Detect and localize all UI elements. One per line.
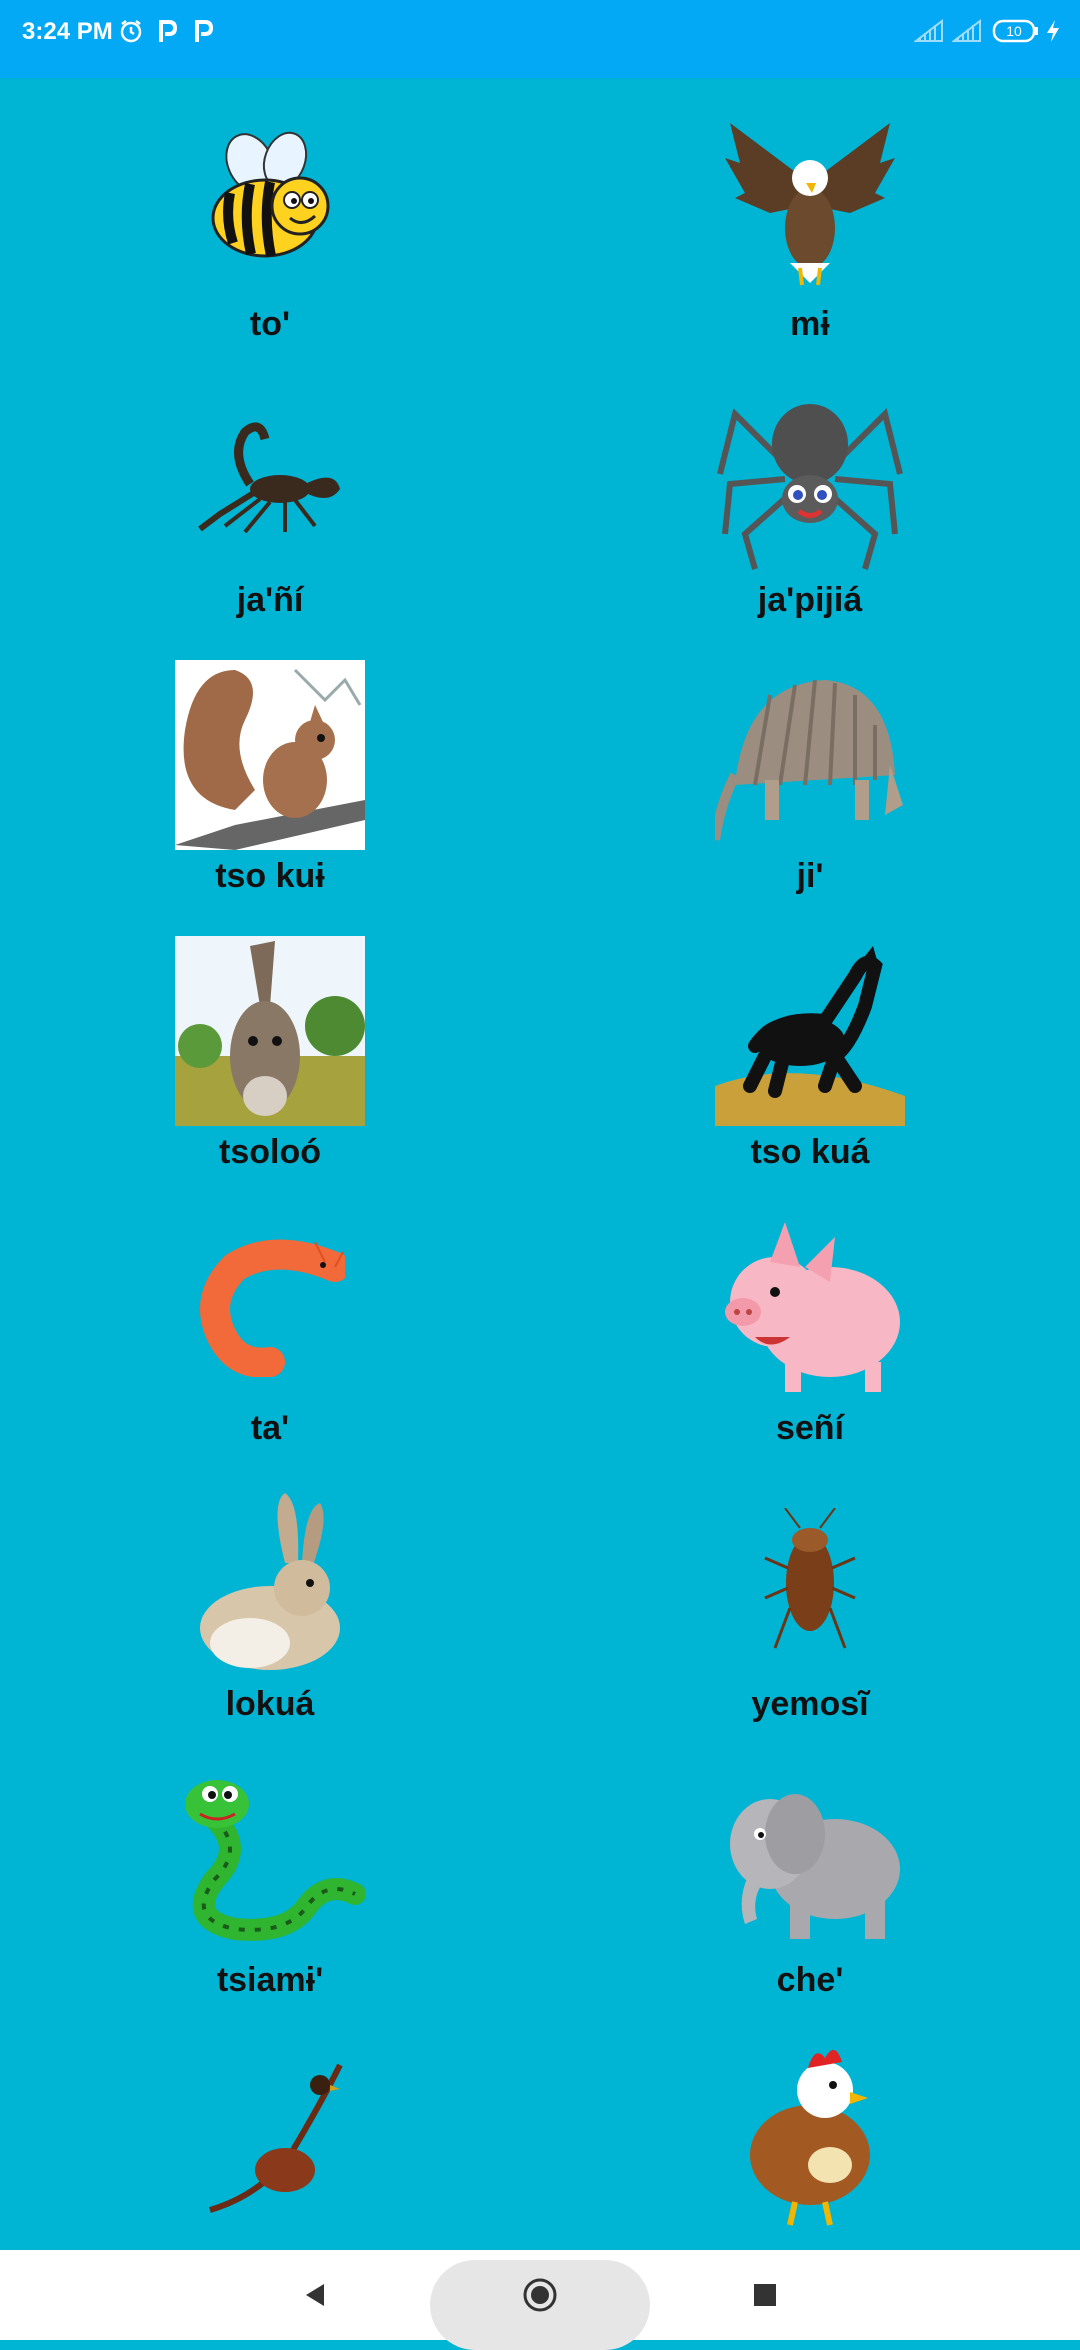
back-icon[interactable] <box>285 2250 345 2340</box>
animal-label: che' <box>776 1961 844 1999</box>
animal-card[interactable]: lokuá <box>0 1458 540 1734</box>
squirrel-icon <box>175 660 365 850</box>
navigation-bar <box>0 2250 1080 2350</box>
eagle-icon <box>715 108 905 298</box>
pig-icon <box>715 1212 905 1402</box>
animal-label: ja'ñí <box>236 581 304 619</box>
elephant-icon <box>715 1764 905 1954</box>
rabbit-icon <box>175 1488 365 1678</box>
armadillo-icon <box>715 660 905 850</box>
animal-label: to' <box>249 305 291 343</box>
animal-card[interactable]: tsiamɨ' <box>0 1734 540 2010</box>
animal-card[interactable]: ji' <box>540 630 1080 906</box>
recents-icon[interactable] <box>735 2250 795 2340</box>
p-app-icon <box>192 16 214 46</box>
donkey-icon <box>175 936 365 1126</box>
animal-label: tso kuɨ <box>215 857 325 895</box>
bee-icon <box>175 108 365 298</box>
animal-label: mɨ <box>790 305 830 343</box>
signal-icon <box>914 16 944 46</box>
animal-label: ji' <box>796 857 824 895</box>
animal-card[interactable]: tso kuá <box>540 906 1080 1182</box>
animal-card[interactable] <box>0 2010 540 2250</box>
alarm-icon <box>118 16 144 46</box>
animal-card[interactable]: ja'ñí <box>0 354 540 630</box>
pheasant-icon <box>175 2040 365 2230</box>
shrimp-icon <box>175 1212 365 1402</box>
animal-card[interactable]: che' <box>540 1734 1080 2010</box>
status-time: 3:24 PM <box>22 18 113 45</box>
animal-label: señí <box>775 1409 845 1447</box>
animal-card[interactable]: ja'pijiá <box>540 354 1080 630</box>
home-icon[interactable] <box>510 2250 570 2340</box>
animal-card[interactable]: mɨ <box>540 78 1080 354</box>
scorpion-icon <box>175 384 365 574</box>
animal-card[interactable]: tsoloó <box>0 906 540 1182</box>
animal-card[interactable]: ta' <box>0 1182 540 1458</box>
animal-label: ja'pijiá <box>757 581 863 619</box>
animal-label: tso kuá <box>750 1133 870 1171</box>
battery-icon: 10 <box>992 16 1040 46</box>
animal-label: tsoloó <box>219 1133 321 1171</box>
animal-card[interactable]: tso kuɨ <box>0 630 540 906</box>
animal-label: tsiamɨ' <box>216 1961 324 1999</box>
animal-label: lokuá <box>225 1685 315 1723</box>
animal-grid: to' mɨ ja'ñí ja'pijiá tso kuɨ ji' tsoloó… <box>0 78 1080 2250</box>
animal-card[interactable]: yemosĩ <box>540 1458 1080 1734</box>
animal-label: yemosĩ <box>751 1685 869 1723</box>
signal-icon <box>952 16 982 46</box>
p-app-icon <box>156 16 178 46</box>
hen-icon <box>715 2040 905 2230</box>
status-bar: 3:24 PM 10 <box>0 0 1080 78</box>
battery-level: 10 <box>1006 23 1022 39</box>
horse-icon <box>715 936 905 1126</box>
animal-card[interactable]: señí <box>540 1182 1080 1458</box>
cockroach-icon <box>715 1488 905 1678</box>
spider-icon <box>715 384 905 574</box>
snake-icon <box>175 1764 365 1954</box>
charging-icon <box>1044 16 1062 46</box>
animal-card[interactable] <box>540 2010 1080 2250</box>
animal-label: ta' <box>250 1409 290 1447</box>
animal-card[interactable]: to' <box>0 78 540 354</box>
